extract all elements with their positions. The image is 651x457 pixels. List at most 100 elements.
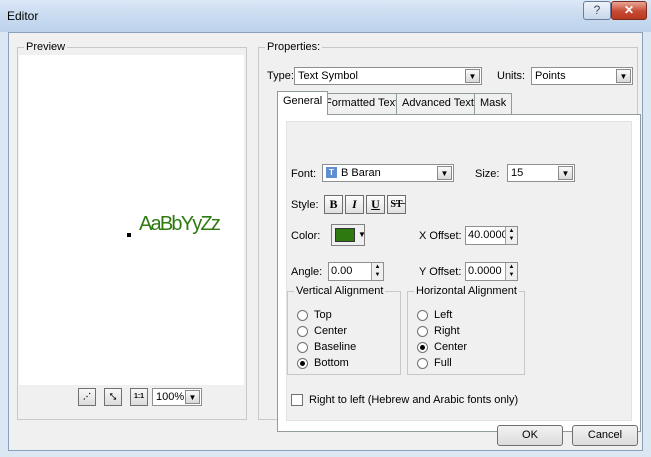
halign-left-label: Left [434, 309, 453, 321]
y-offset-input[interactable]: 0.0000 ▲ ▼ [465, 262, 518, 281]
dialog-client: Preview AaBbYyZz ⋰ ⤡ 1:1 100% ▼ Properti… [8, 32, 643, 451]
vertical-alignment-legend: Vertical Alignment [294, 285, 386, 297]
radio-indicator-selected [297, 358, 308, 369]
preview-sample-text: AaBbYyZz [139, 213, 221, 235]
valign-center-radio[interactable]: Center [297, 324, 397, 340]
radio-indicator [417, 326, 428, 337]
bold-icon: B [329, 197, 338, 211]
zoom-full-icon: ⤡ [109, 392, 117, 401]
zoom-actual-button[interactable]: 1:1 [130, 388, 148, 406]
ok-button[interactable]: OK [497, 425, 563, 446]
tab-general-label: General [283, 95, 323, 107]
y-offset-value: 0.0000 [468, 265, 502, 277]
cancel-button[interactable]: Cancel [572, 425, 638, 446]
tab-advanced-text[interactable]: Advanced Text [396, 93, 480, 114]
radio-indicator [297, 310, 308, 321]
italic-icon: I [352, 197, 357, 211]
chevron-down-icon: ▼ [358, 230, 366, 239]
zoom-fit-button[interactable]: ⋰ [78, 388, 96, 406]
zoom-value: 100% [156, 391, 185, 403]
help-button[interactable]: ? [583, 1, 611, 20]
y-offset-label: Y Offset: [419, 266, 462, 278]
halign-center-label: Center [434, 341, 468, 353]
tab-formatted-text-label: Formatted Text [325, 97, 399, 109]
chevron-down-icon: ▼ [558, 166, 573, 180]
color-picker-button[interactable]: ▼ [331, 224, 366, 246]
preview-canvas: AaBbYyZz [19, 55, 244, 385]
underline-button[interactable]: U [366, 195, 385, 214]
zoom-fit-icon: ⋰ [83, 392, 91, 401]
units-select[interactable]: Points ▼ [531, 67, 633, 85]
angle-label: Angle: [291, 266, 323, 278]
preview-group: Preview AaBbYyZz [17, 41, 247, 420]
angle-value: 0.00 [331, 265, 353, 277]
horizontal-alignment-legend: Horizontal Alignment [414, 285, 519, 297]
tab-mask-label: Mask [480, 97, 507, 109]
font-select[interactable]: T B Baran ▼ [322, 164, 454, 182]
ok-label: OK [522, 429, 538, 441]
anchor-point [127, 233, 131, 237]
help-icon: ? [593, 3, 601, 17]
valign-bottom-label: Bottom [314, 357, 349, 369]
tab-general[interactable]: General [277, 91, 329, 115]
strikethrough-icon: S̶T̶ [390, 199, 403, 210]
rtl-checkbox[interactable] [291, 394, 303, 406]
spinner-icon: ▲ ▼ [371, 263, 383, 280]
font-label: Font: [291, 168, 317, 180]
italic-button[interactable]: I [345, 195, 364, 214]
rtl-label: Right to left (Hebrew and Arabic fonts o… [309, 394, 519, 406]
preview-legend: Preview [24, 41, 68, 53]
style-label: Style: [291, 199, 319, 211]
actual-size-icon: 1:1 [133, 393, 145, 400]
halign-right-radio[interactable]: Right [417, 324, 517, 340]
valign-top-radio[interactable]: Top [297, 308, 397, 324]
units-label: Units: [497, 70, 526, 82]
cancel-label: Cancel [587, 429, 623, 441]
size-select[interactable]: 15 ▼ [507, 164, 575, 182]
title-bar: Editor ? ✕ [0, 0, 651, 32]
x-offset-input[interactable]: 40.0000 ▲ ▼ [465, 226, 518, 245]
valign-baseline-radio[interactable]: Baseline [297, 340, 397, 356]
chevron-down-icon: ▼ [185, 390, 200, 404]
zoom-select[interactable]: 100% ▼ [152, 388, 202, 406]
valign-bottom-radio[interactable]: Bottom [297, 356, 397, 372]
valign-center-label: Center [314, 325, 348, 337]
x-offset-value: 40.0000 [468, 229, 508, 241]
color-swatch [335, 228, 355, 242]
chevron-down-icon: ▼ [616, 69, 631, 83]
window-title: Editor [7, 9, 39, 23]
halign-right-label: Right [434, 325, 460, 337]
bold-button[interactable]: B [324, 195, 343, 214]
close-button[interactable]: ✕ [611, 1, 647, 20]
units-value: Points [535, 70, 566, 82]
radio-indicator [297, 342, 308, 353]
radio-indicator-selected [417, 342, 428, 353]
size-label: Size: [475, 168, 500, 180]
zoom-full-button[interactable]: ⤡ [104, 388, 122, 406]
font-value: B Baran [341, 167, 381, 179]
radio-indicator [417, 310, 428, 321]
halign-full-label: Full [434, 357, 452, 369]
tab-mask[interactable]: Mask [474, 93, 513, 114]
type-value: Text Symbol [298, 70, 358, 82]
x-offset-label: X Offset: [419, 230, 462, 242]
halign-full-radio[interactable]: Full [417, 356, 517, 372]
size-value: 15 [511, 167, 524, 179]
radio-indicator [297, 326, 308, 337]
strikethrough-button[interactable]: S̶T̶ [387, 195, 406, 214]
truetype-font-icon: T [326, 167, 337, 178]
tab-formatted-text[interactable]: Formatted Text [319, 93, 405, 114]
chevron-down-icon: ▼ [437, 166, 452, 180]
valign-baseline-label: Baseline [314, 341, 357, 353]
halign-center-radio[interactable]: Center [417, 340, 517, 356]
valign-top-label: Top [314, 309, 332, 321]
chevron-down-icon: ▼ [465, 69, 480, 83]
underline-icon: U [371, 197, 380, 211]
radio-indicator [417, 358, 428, 369]
properties-legend: Properties: [265, 41, 323, 53]
type-select[interactable]: Text Symbol ▼ [294, 67, 482, 85]
color-label: Color: [291, 230, 321, 242]
angle-input[interactable]: 0.00 ▲ ▼ [328, 262, 384, 281]
tab-advanced-text-label: Advanced Text [402, 97, 474, 109]
halign-left-radio[interactable]: Left [417, 308, 517, 324]
